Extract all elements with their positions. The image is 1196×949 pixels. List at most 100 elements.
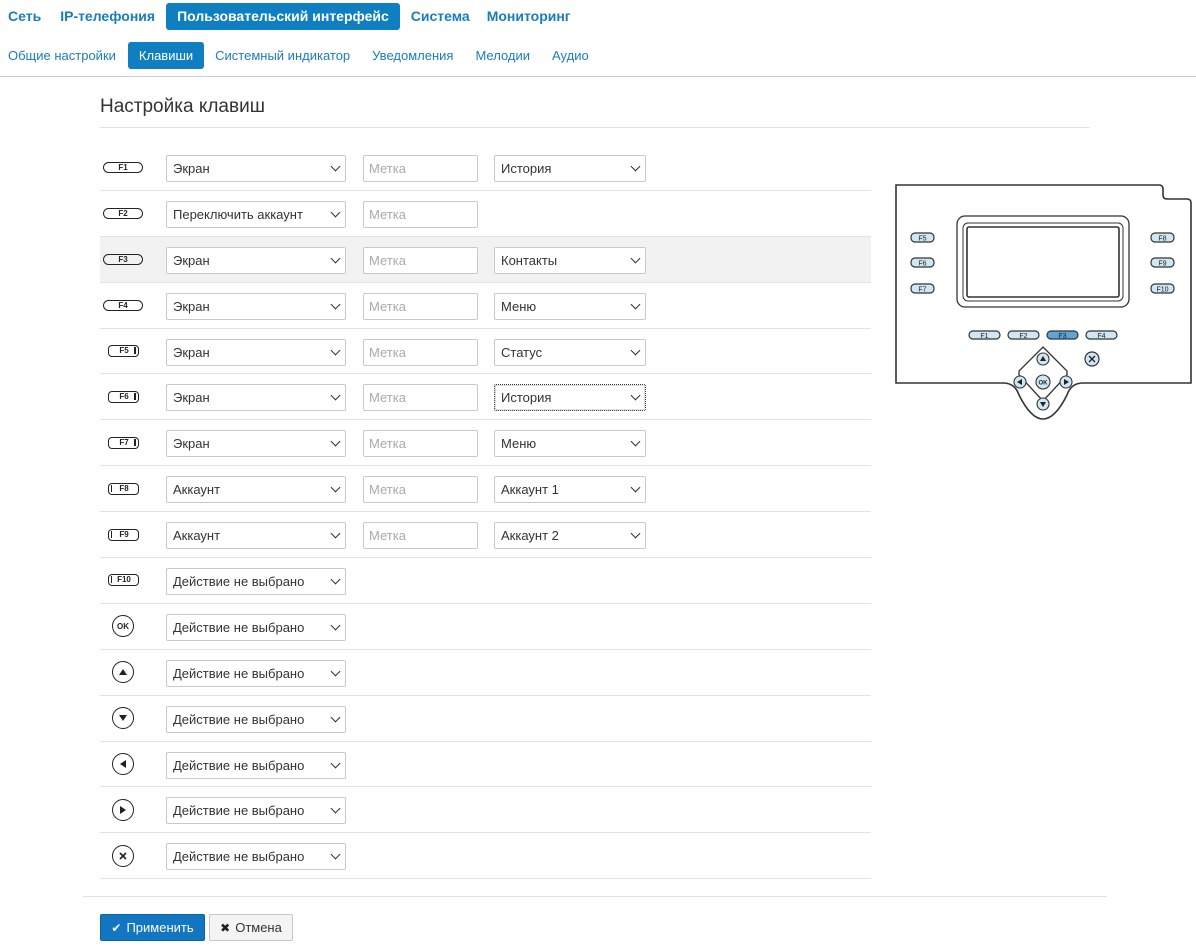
action-select[interactable]: Действие не выбрано [166,705,346,733]
apply-button-label: Применить [126,920,194,935]
label-input[interactable] [363,338,478,366]
chevron-down-icon [330,391,341,401]
chevron-down-icon [330,253,341,264]
subnav-keys[interactable]: Клавиши [127,42,205,69]
action-select[interactable]: Действие не выбрано [166,797,346,825]
cancel-button[interactable]: ✖ Отмена [209,914,293,941]
action-select[interactable]: Экран [166,155,346,182]
action-select[interactable]: Действие не выбрано [166,751,346,779]
chevron-down-icon [330,345,341,356]
action-select[interactable]: Действие не выбрано [166,659,346,687]
subnav-notifications[interactable]: Уведомления [361,42,464,69]
chevron-down-icon [330,758,341,769]
device-key-label: F8 [1158,236,1166,243]
f9-key-icon: F9 [107,528,139,541]
action-select[interactable]: Действие не выбрано [166,843,346,871]
action-select[interactable]: Экран [166,430,346,458]
key-row-f2: F2 Переключить аккаунт [100,191,871,237]
chevron-down-icon [330,436,341,447]
chevron-down-icon [630,391,641,401]
chevron-down-icon [630,528,641,539]
action-select[interactable]: Экран [166,246,346,274]
target-select[interactable]: Аккаунт 1 [494,476,646,504]
action-select[interactable]: Аккаунт [166,476,346,504]
f6-key-icon: F6 [107,390,139,403]
label-input[interactable] [363,155,478,182]
target-select[interactable]: Контакты [494,246,646,274]
chevron-down-icon [630,299,641,310]
device-ok-label: OK [1039,381,1049,387]
key-row-cancel: Действие не выбрано [100,833,871,880]
subnav-melodies[interactable]: Мелодии [464,42,541,69]
label-input[interactable] [363,476,478,504]
phone-device-diagram: F5 F6 F7 F8 F9 F10 F1 F2 F3 F4 OK [895,184,1192,420]
label-input[interactable] [363,430,478,458]
device-key-label: F7 [918,287,926,294]
chevron-down-icon [330,620,341,631]
f7-key-icon: F7 [107,436,139,449]
apply-button[interactable]: ✔ Применить [100,914,205,941]
target-select[interactable]: Меню [494,430,646,458]
device-key-label: F2 [1019,333,1027,340]
key-row-right: Действие не выбрано [100,787,871,834]
footer-divider [83,896,1107,897]
chevron-down-icon [330,666,341,677]
label-input[interactable] [363,384,478,412]
label-input[interactable] [363,200,478,228]
title-divider [100,127,1090,128]
key-row-up: Действие не выбрано [100,650,871,696]
label-input[interactable] [363,292,478,320]
down-arrow-icon [112,707,134,730]
key-row-ok: OK Действие не выбрано [100,604,871,650]
target-select[interactable]: Аккаунт 2 [494,522,646,550]
device-key-label: F10 [1156,287,1168,294]
right-arrow-icon [112,798,134,821]
page-title: Настройка клавиш [100,96,265,117]
device-key-label: F4 [1097,333,1105,340]
target-select[interactable]: История [494,155,646,182]
key-row-f10: F10 Действие не выбрано [100,558,871,604]
action-select[interactable]: Аккаунт [166,522,346,550]
key-row-down: Действие не выбрано [100,696,871,742]
nav-monitoring[interactable]: Мониторинг [481,3,577,30]
f8-key-icon: F8 [107,482,139,495]
target-select[interactable]: Меню [494,292,646,320]
action-select[interactable]: Экран [166,292,346,320]
action-select[interactable]: Действие не выбрано [166,613,346,641]
f2-key-icon: F2 [103,207,143,219]
key-row-f9: F9 Аккаунт Аккаунт 2 [100,512,871,559]
label-input[interactable] [363,246,478,274]
left-arrow-icon [112,753,134,776]
cancel-button-label: Отмена [235,920,282,935]
top-navigation: Сеть IP-телефония Пользовательский интер… [0,3,582,30]
key-row-f8: F8 Аккаунт Аккаунт 1 [100,466,871,513]
key-row-f5: F5 Экран Статус [100,329,871,375]
up-arrow-icon [112,661,134,684]
subnav-general-settings[interactable]: Общие настройки [0,42,128,69]
key-settings-table: F1 Экран История F2 Переключить аккаунт … [100,145,871,880]
f5-key-icon: F5 [107,345,139,357]
nav-user-interface[interactable]: Пользовательский интерфейс [166,3,400,30]
target-select[interactable]: История [494,384,646,412]
subnav-system-indicator[interactable]: Системный индикатор [204,42,361,69]
action-select[interactable]: Экран [166,384,346,412]
action-select[interactable]: Действие не выбрано [166,568,346,596]
chevron-down-icon [330,299,341,310]
label-input[interactable] [363,522,478,550]
nav-network[interactable]: Сеть [0,3,47,30]
target-select[interactable]: Статус [494,338,646,366]
subnav-audio[interactable]: Аудио [541,42,600,69]
f4-key-icon: F4 [103,299,143,311]
sub-navigation: Общие настройки Клавиши Системный индика… [0,42,600,69]
action-select[interactable]: Экран [166,338,346,366]
nav-ip-telephony[interactable]: IP-телефония [54,3,161,30]
chevron-down-icon [630,253,641,264]
close-icon [112,844,134,867]
f3-key-icon: F3 [103,253,143,265]
action-select[interactable]: Переключить аккаунт [166,200,346,228]
checkmark-icon: ✔ [111,920,122,935]
device-key-label: F6 [918,261,926,268]
chevron-down-icon [630,436,641,447]
key-row-f4: F4 Экран Меню [100,283,871,329]
nav-system[interactable]: Система [405,3,476,30]
